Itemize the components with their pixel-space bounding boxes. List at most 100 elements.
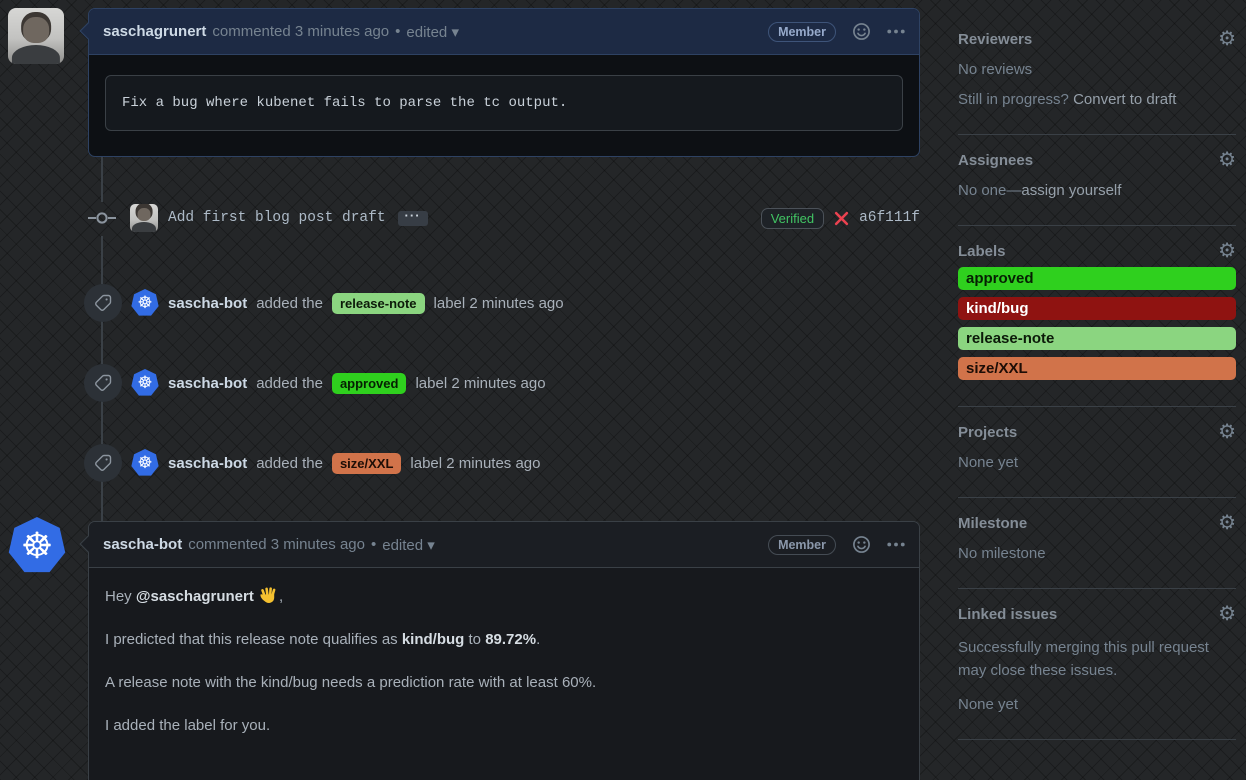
smiley-icon	[852, 535, 871, 554]
add-reaction-button[interactable]	[852, 22, 871, 41]
comment-author-link[interactable]: sascha-bot	[103, 536, 182, 553]
greeting-line: Hey @saschagrunert ,	[105, 586, 903, 605]
commit-sha-link[interactable]: a6f111f	[859, 210, 920, 226]
pr-description-comment: saschagrunert commented 3 minutes ago • …	[88, 8, 920, 157]
threshold-line: A release note with the kind/bug needs a…	[105, 674, 903, 691]
sidebar-section-labels: Labels ⚙ approved kind/bug release-note …	[958, 226, 1236, 407]
convert-to-draft-link[interactable]: Convert to draft	[1073, 91, 1176, 108]
verified-badge[interactable]: Verified	[761, 208, 824, 229]
event-action-text: added the	[256, 295, 323, 312]
linked-issues-empty-text: None yet	[958, 696, 1236, 713]
meta-separator: •	[395, 23, 400, 40]
tag-icon	[84, 364, 122, 402]
assignees-title: Assignees	[958, 152, 1033, 169]
comment-body: Fix a bug where kubenet fails to parse t…	[89, 55, 919, 151]
sidebar-section-milestone: Milestone ⚙ No milestone	[958, 498, 1236, 589]
member-badge: Member	[768, 22, 836, 42]
reviewers-empty-text: No reviews	[958, 61, 1236, 78]
assign-yourself-link[interactable]: assign yourself	[1021, 182, 1121, 199]
comment-options-button[interactable]	[887, 29, 905, 34]
meta-separator: •	[371, 536, 376, 553]
release-note-code-block: Fix a bug where kubenet fails to parse t…	[105, 75, 903, 131]
prediction-line: I predicted that this release note quali…	[105, 631, 903, 648]
gear-icon[interactable]: ⚙	[1218, 605, 1236, 623]
commit-author-avatar[interactable]	[130, 204, 158, 232]
event-action-text: added the	[256, 375, 323, 392]
label-event-row: ☸ sascha-bot added the approved label 2 …	[84, 364, 920, 402]
label-event-row: ☸ sascha-bot added the release-note labe…	[84, 284, 920, 322]
sidebar-section-linked-issues: Linked issues ⚙ Successfully merging thi…	[958, 589, 1236, 740]
tag-icon	[84, 284, 122, 322]
k8s-wheel-icon: ☸	[137, 293, 152, 313]
draft-hint-text: Still in progress?	[958, 91, 1073, 108]
k8s-wheel-icon: ☸	[21, 525, 53, 567]
status-failed-x-icon[interactable]	[834, 211, 849, 226]
chevron-down-icon: ▾	[451, 24, 459, 41]
avatar[interactable]	[8, 8, 64, 64]
commit-event-row: Add first blog post draft ··· Verified a…	[88, 202, 920, 234]
sidebar-label-size-xxl[interactable]: size/XXL	[958, 357, 1236, 380]
event-actor-link[interactable]: sascha-bot	[168, 455, 247, 472]
sidebar-label-kind-bug[interactable]: kind/bug	[958, 297, 1236, 320]
gear-icon[interactable]: ⚙	[1218, 514, 1236, 532]
comment-body: Hey @saschagrunert , I predicted that th…	[89, 568, 919, 778]
event-suffix-text: label 2 minutes ago	[434, 295, 564, 312]
bot-avatar[interactable]: ☸	[131, 369, 159, 397]
gear-icon[interactable]: ⚙	[1218, 30, 1236, 48]
kebab-icon	[887, 542, 905, 547]
sidebar-section-projects: Projects ⚙ None yet	[958, 407, 1236, 498]
smiley-icon	[852, 22, 871, 41]
k8s-wheel-icon: ☸	[137, 453, 152, 473]
linked-issues-description: Successfully merging this pull request m…	[958, 636, 1236, 683]
gear-icon[interactable]: ⚙	[1218, 242, 1236, 260]
sidebar-label-release-note[interactable]: release-note	[958, 327, 1236, 350]
reviewers-title: Reviewers	[958, 31, 1032, 48]
label-chip[interactable]: size/XXL	[332, 453, 401, 474]
event-suffix-text: label 2 minutes ago	[415, 375, 545, 392]
timeline-line	[101, 400, 103, 444]
bot-avatar-large[interactable]: ☸	[8, 517, 66, 575]
commit-expand-button[interactable]: ···	[398, 211, 428, 226]
label-chip[interactable]: release-note	[332, 293, 425, 314]
comment-header: sascha-bot commented 3 minutes ago • edi…	[89, 522, 919, 568]
event-suffix-text: label 2 minutes ago	[410, 455, 540, 472]
event-action-text: added the	[256, 455, 323, 472]
gear-icon[interactable]: ⚙	[1218, 423, 1236, 441]
label-chip[interactable]: approved	[332, 373, 407, 394]
comment-header: saschagrunert commented 3 minutes ago • …	[89, 9, 919, 55]
comment-options-button[interactable]	[887, 542, 905, 547]
sidebar-section-reviewers: Reviewers ⚙ No reviews Still in progress…	[958, 22, 1236, 135]
gear-icon[interactable]: ⚙	[1218, 151, 1236, 169]
timeline-line	[101, 320, 103, 364]
milestone-title: Milestone	[958, 515, 1027, 532]
kebab-icon	[887, 29, 905, 34]
bot-avatar[interactable]: ☸	[131, 289, 159, 317]
git-commit-icon	[88, 206, 116, 230]
comment-timestamp[interactable]: commented 3 minutes ago	[188, 536, 365, 553]
timeline-line	[101, 157, 103, 202]
bot-avatar[interactable]: ☸	[131, 449, 159, 477]
timeline-line	[101, 236, 103, 284]
label-event-row: ☸ sascha-bot added the size/XXL label 2 …	[84, 444, 920, 482]
added-label-line: I added the label for you.	[105, 717, 903, 734]
event-actor-link[interactable]: sascha-bot	[168, 375, 247, 392]
projects-title: Projects	[958, 424, 1017, 441]
comment-timestamp[interactable]: commented 3 minutes ago	[212, 23, 389, 40]
wave-emoji	[259, 586, 278, 605]
sidebar-label-approved[interactable]: approved	[958, 267, 1236, 290]
projects-empty-text: None yet	[958, 454, 1236, 471]
comment-author-link[interactable]: saschagrunert	[103, 23, 206, 40]
commit-message-link[interactable]: Add first blog post draft	[168, 210, 386, 226]
linked-issues-title: Linked issues	[958, 606, 1057, 623]
add-reaction-button[interactable]	[852, 535, 871, 554]
milestone-empty-text: No milestone	[958, 545, 1236, 562]
comment-caret	[80, 23, 97, 40]
edited-dropdown[interactable]: edited ▾	[382, 536, 435, 554]
mention-link[interactable]: @saschagrunert	[136, 588, 254, 605]
event-actor-link[interactable]: sascha-bot	[168, 295, 247, 312]
bot-comment: sascha-bot commented 3 minutes ago • edi…	[88, 521, 920, 780]
edited-dropdown[interactable]: edited ▾	[406, 23, 459, 41]
labels-title: Labels	[958, 243, 1006, 260]
k8s-wheel-icon: ☸	[137, 373, 152, 393]
comment-caret	[80, 536, 97, 553]
